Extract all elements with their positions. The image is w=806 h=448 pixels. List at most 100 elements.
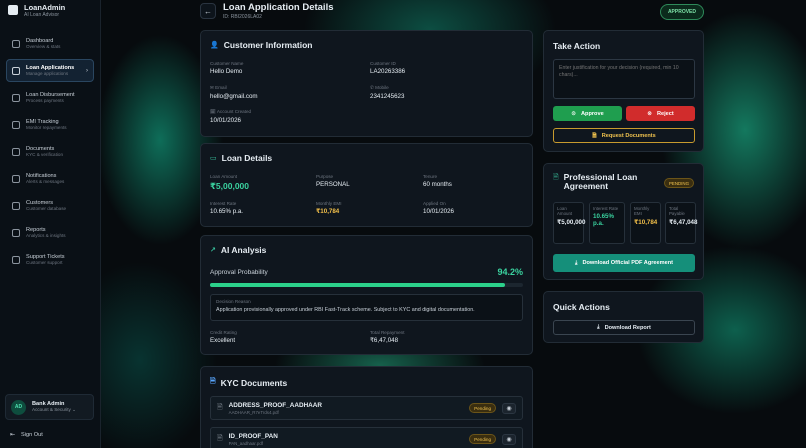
kyc-doc-name: ADDRESS_PROOF_AADHAAR <box>228 401 323 409</box>
stat-label: Interest Rate <box>593 206 619 211</box>
quick-actions-card: Quick Actions ⤓ Download Report <box>543 291 704 343</box>
brand-logo-icon <box>8 5 18 15</box>
sidebar-item-loan-disbursement[interactable]: Loan Disbursement Process payments <box>6 86 94 109</box>
field-label: Loan Amount <box>210 174 238 179</box>
field-label: ✉ Email <box>210 85 227 90</box>
brand-subtitle: AI Loan Advisor <box>24 11 60 18</box>
kyc-doc-file: PAN_aadhaar.pdf <box>228 440 263 446</box>
bell-icon <box>12 174 20 183</box>
application-id: ID: RBI2026LA02 <box>223 14 262 20</box>
sidebar-item-notifications[interactable]: Notifications Alerts & messages <box>6 167 94 190</box>
sign-out-button[interactable]: ⇤ Sign Out <box>10 431 43 439</box>
download-report-button[interactable]: ⤓ Download Report <box>553 320 695 335</box>
field-label: Purpose <box>316 174 334 179</box>
agreement-stat-loan-amount: Loan Amount ₹5,00,000 <box>553 202 586 244</box>
agreement-heading: Professional Loan Agreement <box>563 172 638 192</box>
approval-probability-value: 94.2% <box>497 267 523 277</box>
field-label: Total Repayment <box>370 330 405 335</box>
sidebar-item-desc: Customer support <box>26 260 63 266</box>
sidebar-item-support-tickets[interactable]: Support Tickets Customer support <box>6 248 94 271</box>
sidebar-item-desc: Process payments <box>26 98 64 104</box>
sidebar-item-loan-applications[interactable]: Loan Applications Manage applications › <box>6 59 94 82</box>
agreement-stat-total-payable: Total Payable ₹6,47,048 <box>665 202 698 244</box>
account-created: 10/01/2026 <box>210 117 241 124</box>
approval-probability: Approval Probability 94.2% <box>210 267 523 277</box>
approve-label: Approve <box>580 110 604 117</box>
sidebar-item-desc: Analytics & insights <box>26 233 66 239</box>
brand-name: LoanAdmin <box>24 2 66 12</box>
approve-button[interactable]: ⊙ Approve <box>553 106 622 121</box>
user-card[interactable]: AD Bank Admin Account & Security ⌄ <box>5 394 94 420</box>
field-label: Monthly EMI <box>316 201 342 206</box>
sidebar-item-customers[interactable]: Customers Customer database <box>6 194 94 217</box>
stat-label: Monthly EMI <box>634 206 650 217</box>
take-action-title: Take Action <box>553 41 601 51</box>
request-documents-button[interactable]: 🗎 Request Documents <box>553 128 695 143</box>
field-label: Customer Name <box>210 61 244 66</box>
chart-icon <box>12 228 20 237</box>
agreement-stat-interest-rate: Interest Rate 10.65% p.a. <box>589 202 625 244</box>
kyc-title: 🗎 KYC Documents <box>210 377 287 388</box>
customer-name: Hello Demo <box>210 68 243 75</box>
wallet-icon <box>12 93 20 102</box>
stat-value: ₹6,47,048 <box>669 218 698 226</box>
stat-value: ₹10,784 <box>634 218 658 226</box>
reject-button[interactable]: ⊗ Reject <box>626 106 695 121</box>
kyc-heading: KYC Documents <box>220 377 288 388</box>
stat-label: Total Payable <box>669 206 685 217</box>
email-field: ✉ Email hello@gmail.com <box>210 85 258 100</box>
stat-label: Loan Amount <box>557 206 573 217</box>
view-document-button[interactable]: ◉ <box>502 402 516 414</box>
x-circle-icon: ⊗ <box>647 110 652 117</box>
approval-probability-label: Approval Probability <box>210 268 268 276</box>
loan-amount-field: Loan Amount ₹5,00,000 <box>210 174 249 192</box>
customer-name-field: Customer Name Hello Demo <box>210 61 243 75</box>
decision-reason: Application provisionally approved under… <box>216 307 475 313</box>
dashboard-icon <box>12 39 20 48</box>
loan-amount: ₹5,00,000 <box>210 181 250 191</box>
brand: LoanAdmin AI Loan Advisor <box>0 0 100 24</box>
file-icon: 🗎 <box>217 403 223 411</box>
credit-rating: Excellent <box>210 337 236 344</box>
user-role: Account & Security ⌄ <box>32 407 76 412</box>
monthly-emi-field: Monthly EMI ₹10,784 <box>316 201 342 215</box>
sidebar-item-emi-tracking[interactable]: EMI Tracking Monitor repayments <box>6 113 94 136</box>
user-icon: 👤 <box>210 42 219 49</box>
sidebar-item-reports[interactable]: Reports Analytics & insights <box>6 221 94 244</box>
field-label: Interest Rate <box>210 201 237 206</box>
sidebar-item-documents[interactable]: Documents KYC & verification <box>6 140 94 163</box>
back-button[interactable]: ← <box>200 3 216 19</box>
field-label: Credit Rating <box>210 330 237 335</box>
loan-details-title: ▭ Loan Details <box>210 153 272 163</box>
view-document-button[interactable]: ◉ <box>502 433 516 445</box>
sidebar-item-dashboard[interactable]: Dashboard Overview & stats <box>6 32 94 55</box>
kyc-documents-card: 🗎 KYC Documents 🗎 ADDRESS_PROOF_AADHAAR … <box>200 366 533 448</box>
download-pdf-agreement-button[interactable]: ⤓ Download Official PDF Agreement <box>553 254 695 272</box>
reject-label: Reject <box>656 110 674 117</box>
purpose-field: Purpose PERSONAL <box>316 174 350 188</box>
customer-email: hello@gmail.com <box>210 93 258 100</box>
stat-value: ₹5,00,000 <box>557 218 586 226</box>
loan-details-card: ▭ Loan Details Loan Amount ₹5,00,000 Pur… <box>200 143 533 227</box>
account-created-field: 🗓 Account Created 10/01/2026 <box>210 109 251 124</box>
kyc-doc-file: AADHAAR_R7eTrds4.pdf <box>228 409 279 415</box>
customer-info-heading: Customer Information <box>223 40 313 50</box>
page-header: ← Loan Application Details ID: RBI2026LA… <box>200 2 334 20</box>
sign-out-label: Sign Out <box>21 431 43 438</box>
credit-card-icon: ▭ <box>210 155 217 162</box>
ai-analysis-heading: AI Analysis <box>220 245 267 255</box>
justification-input[interactable] <box>553 59 695 99</box>
take-action-card: Take Action ⊙ Approve ⊗ Reject 🗎 Request… <box>543 30 704 152</box>
sidebar-item-desc: Monitor repayments <box>26 125 67 131</box>
field-label: ✆ Mobile <box>370 85 389 90</box>
interest-rate-field: Interest Rate 10.65% p.a. <box>210 201 243 215</box>
pending-badge: Pending <box>469 434 496 444</box>
customer-info-title: 👤 Customer Information <box>210 40 313 50</box>
trending-up-icon: ↗ <box>210 247 216 254</box>
ai-analysis-card: ↗ AI Analysis Approval Probability 94.2%… <box>200 235 533 355</box>
calendar-icon <box>12 120 20 129</box>
logout-icon: ⇤ <box>10 432 16 438</box>
customer-id-field: Customer ID LA20263386 <box>370 61 405 75</box>
kyc-doc-row: 🗎 ID_PROOF_PAN PAN_aadhaar.pdf Pending ◉ <box>210 427 523 448</box>
field-label: Customer ID <box>370 61 396 66</box>
